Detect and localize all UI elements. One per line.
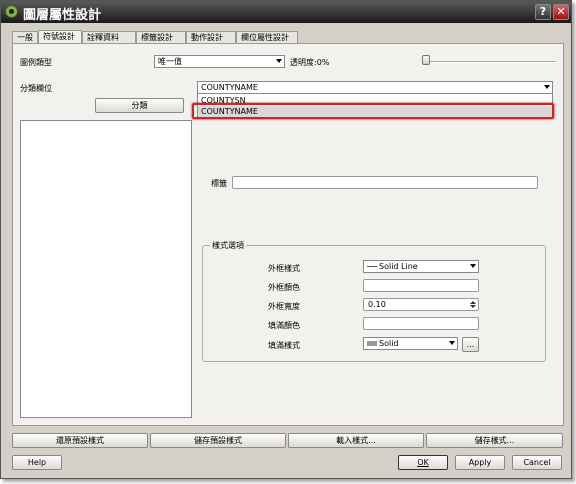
- cancel-button[interactable]: Cancel: [512, 455, 562, 470]
- help-button[interactable]: Help: [12, 455, 62, 470]
- spin-down-icon[interactable]: [470, 305, 476, 308]
- chevron-down-icon: [276, 59, 282, 63]
- fill-style-combo[interactable]: Solid: [363, 337, 458, 350]
- highlight-annotation-box: [192, 103, 554, 119]
- outline-style-label: 外框樣式: [268, 264, 300, 273]
- class-list[interactable]: [20, 120, 192, 418]
- transparency-slider-handle[interactable]: [422, 55, 430, 65]
- layer-properties-dialog: 圖層屬性設計 ? ✕ 一般 符號設計 詮釋資料 標籤設計 動作設計 欄位屬性設計…: [0, 0, 572, 479]
- restore-default-style-button[interactable]: 還原預設樣式: [12, 433, 148, 448]
- style-options-title: 樣式選項: [210, 240, 246, 251]
- outline-style-value: Solid Line: [379, 262, 418, 271]
- window-title: 圖層屬性設計: [23, 8, 102, 23]
- load-style-button[interactable]: 載入樣式...: [288, 433, 424, 448]
- fill-color-button[interactable]: [363, 317, 479, 330]
- outline-style-combo[interactable]: Solid Line: [363, 260, 479, 273]
- classification-field-label: 分類欄位: [20, 84, 52, 93]
- legend-type-combo[interactable]: 唯一值: [154, 55, 285, 68]
- solid-fill-icon: [367, 341, 377, 346]
- label-input[interactable]: [232, 176, 538, 189]
- tab-symbology[interactable]: 符號設計: [38, 30, 82, 44]
- ok-button[interactable]: OK: [398, 455, 448, 470]
- legend-type-label: 圖例類型: [20, 58, 52, 67]
- apply-button[interactable]: Apply: [455, 455, 505, 470]
- outline-width-spinbox[interactable]: 0.10: [363, 298, 479, 311]
- fill-color-label: 填滿顏色: [268, 321, 300, 330]
- fill-style-value: Solid: [379, 339, 399, 348]
- outline-color-label: 外框顏色: [268, 283, 300, 292]
- outline-color-button[interactable]: [363, 279, 479, 292]
- help-question-icon[interactable]: ?: [535, 4, 551, 20]
- chevron-down-icon: [544, 85, 550, 89]
- fill-texture-browse-button[interactable]: ...: [462, 337, 479, 352]
- fill-style-label: 填滿樣式: [268, 341, 300, 350]
- solid-line-icon: [367, 266, 377, 267]
- outline-width-value: 0.10: [368, 300, 386, 309]
- qgis-app-icon: [5, 5, 18, 18]
- save-default-style-button[interactable]: 儲存預設樣式: [150, 433, 286, 448]
- chevron-down-icon: [470, 264, 476, 268]
- save-style-button[interactable]: 儲存樣式...: [426, 433, 563, 448]
- outline-width-label: 外框寬度: [268, 302, 300, 311]
- spin-up-icon[interactable]: [470, 301, 476, 304]
- classify-button[interactable]: 分類: [95, 98, 184, 113]
- transparency-slider-track[interactable]: [426, 61, 556, 63]
- classification-field-value: COUNTYNAME: [201, 83, 258, 92]
- chevron-down-icon: [449, 341, 455, 345]
- transparency-label: 透明度:0%: [290, 58, 330, 67]
- close-icon[interactable]: ✕: [553, 4, 569, 20]
- label-field-label: 標籤: [211, 179, 227, 188]
- title-bar: 圖層屬性設計 ? ✕: [1, 1, 571, 23]
- legend-type-value: 唯一值: [158, 57, 182, 66]
